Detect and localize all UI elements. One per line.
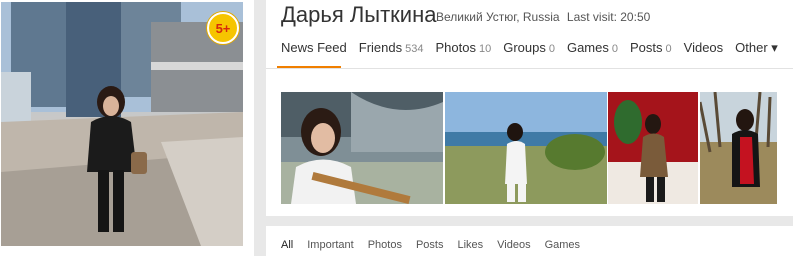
filter-all[interactable]: All [281,239,293,251]
tab-label: Groups [503,40,546,55]
avatar-image [1,2,243,246]
tab-other-dropdown[interactable]: Other ▾ [735,40,778,68]
tab-label: Games [566,40,609,55]
tab-label: Other ▾ [735,40,778,55]
tab-count: 534 [405,43,424,55]
tab-groups[interactable]: Groups 0 [503,40,555,68]
tab-label: News Feed [281,40,347,55]
photo-image [445,92,607,204]
status-badge[interactable]: 5+ [207,12,239,44]
profile-avatar-photo[interactable] [1,2,243,246]
profile-location: Великий Устюг, Russia [436,10,560,24]
photo-thumbnail[interactable] [700,92,777,204]
filter-important[interactable]: Important [307,239,353,251]
photo-image [608,92,698,204]
tab-count: 0 [548,43,555,55]
photo-image [281,92,443,204]
tab-count: 10 [478,43,492,55]
feed-filters: All Important Photos Posts Likes Videos … [281,239,594,251]
tabs-divider [266,68,793,69]
last-visit: Last visit: 20:50 [566,10,651,24]
tab-friends[interactable]: Friends 534 [359,40,424,68]
tab-games[interactable]: Games 0 [567,40,618,68]
tab-videos[interactable]: Videos [684,40,724,68]
filter-photos[interactable]: Photos [368,239,402,251]
filter-posts[interactable]: Posts [416,239,444,251]
photo-thumbnail[interactable] [445,92,607,204]
tab-news-feed[interactable]: News Feed [281,40,347,68]
filter-likes[interactable]: Likes [457,239,483,251]
tab-label: Posts [630,40,663,55]
profile-tabs: News Feed Friends 534 Photos 10 Groups 0… [281,40,790,68]
profile-meta: Великий Устюг, Russia Last visit: 20:50 [436,10,654,24]
tab-count: 0 [611,43,618,55]
photo-image [700,92,777,204]
tab-posts[interactable]: Posts 0 [630,40,672,68]
photo-thumbnail[interactable] [608,92,698,204]
tab-photos[interactable]: Photos 10 [435,40,491,68]
photo-thumbnail[interactable] [281,92,443,204]
profile-name: Дарья Лыткина [281,2,437,27]
tab-label: Videos [683,40,724,55]
tab-label: Photos [435,40,476,55]
filter-games[interactable]: Games [545,239,580,251]
filter-videos[interactable]: Videos [497,239,530,251]
tab-count: 0 [665,43,672,55]
avatar-card: 5+ [0,0,254,256]
tab-label: Friends [358,40,403,55]
